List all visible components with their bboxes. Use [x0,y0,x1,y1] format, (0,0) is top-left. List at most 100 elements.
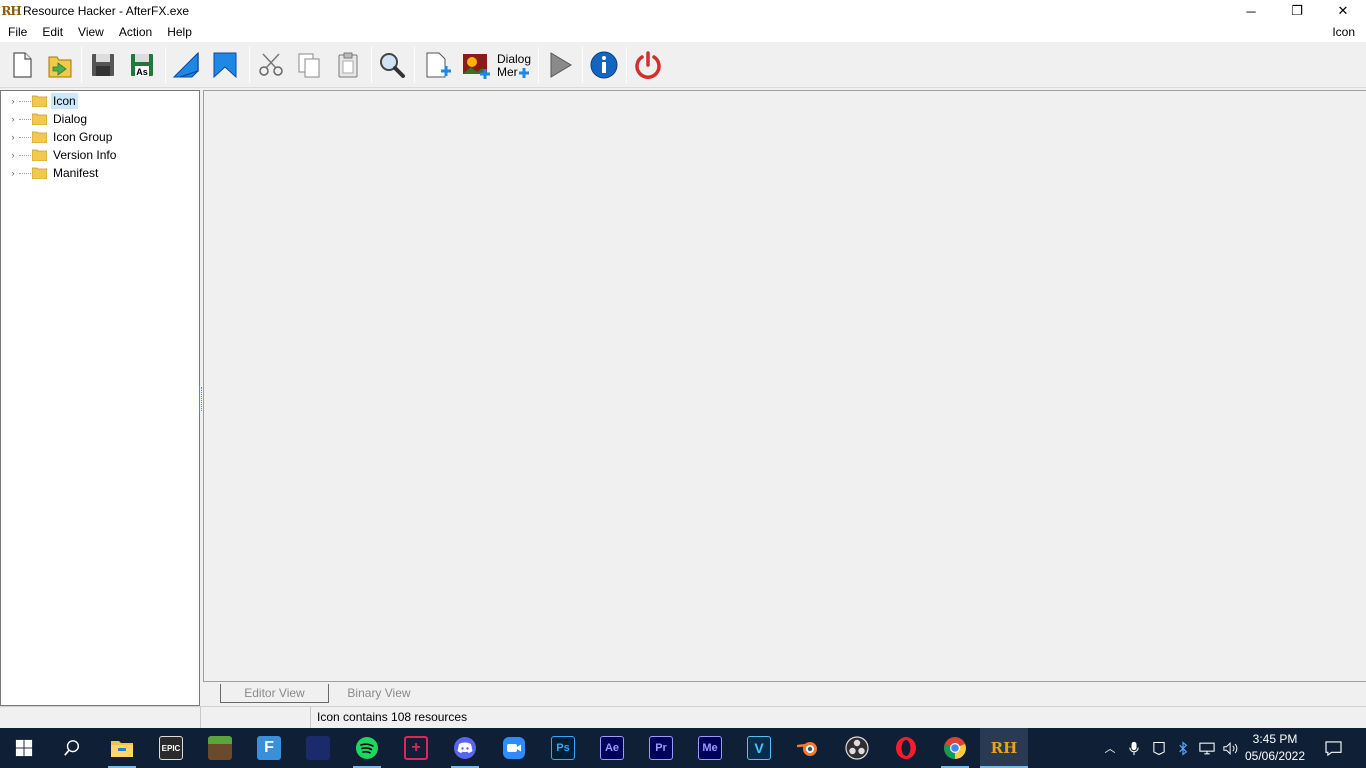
about-button[interactable] [586,46,622,84]
taskbar-file-explorer[interactable] [98,728,146,768]
find-button[interactable] [374,46,410,84]
add-dialog-menu-icon [518,67,529,78]
compile-button[interactable] [168,46,204,84]
tab-binary-view[interactable]: Binary View [334,684,424,703]
add-image-button[interactable] [458,46,494,84]
expand-arrow-icon[interactable]: › [9,92,17,110]
tree-label-manifest[interactable]: Manifest [51,165,100,181]
expand-arrow-icon[interactable]: › [9,110,17,128]
volume-tray[interactable] [1222,728,1240,768]
taskbar-media-encoder[interactable]: Me [686,728,734,768]
tree-node-version-info[interactable]: › Version Info [1,146,199,164]
taskbar-after-effects[interactable]: Ae [588,728,636,768]
bookmark-icon [213,52,237,79]
current-resource-type-label: Icon [1332,25,1355,39]
taskbar-minecraft[interactable] [196,728,244,768]
save-button[interactable] [85,46,121,84]
menu-action[interactable]: Action [111,22,159,42]
save-as-button[interactable]: As [124,46,160,84]
obs-icon [845,736,869,760]
tree-label-version-info[interactable]: Version Info [51,147,118,163]
clock-time: 3:45 PM [1252,732,1298,746]
open-file-button[interactable] [42,46,78,84]
expand-arrow-icon[interactable]: › [9,164,17,182]
menu-view[interactable]: View [70,22,111,42]
menu-bar: File Edit View Action Help Icon [0,22,1366,42]
pane-splitter-handle[interactable] [199,387,202,411]
exit-button[interactable] [630,46,666,84]
taskbar-f-app[interactable]: F [245,728,293,768]
menu-edit[interactable]: Edit [34,22,70,42]
microphone-tray[interactable] [1126,728,1142,768]
action-center-button[interactable] [1320,728,1346,768]
run-script-button[interactable] [542,46,578,84]
taskbar-premiere[interactable]: Pr [637,728,685,768]
new-file-icon [13,52,32,78]
menu-help[interactable]: Help [159,22,199,42]
taskbar-app-plus[interactable]: + [392,728,440,768]
minimize-button[interactable]: ─ [1228,0,1274,22]
editor-pane[interactable] [203,90,1366,681]
epic-tray[interactable] [1150,728,1168,768]
compile-icon [172,51,199,78]
taskbar-blender[interactable] [784,728,832,768]
tree-label-icon[interactable]: Icon [51,93,78,109]
exit-icon [635,51,661,79]
taskbar-vegas[interactable]: V [735,728,783,768]
taskbar-photoshop[interactable]: Ps [539,728,587,768]
folder-icon [32,95,47,107]
paste-button[interactable] [330,46,366,84]
toolbar: As Dialog Mer [0,42,1366,88]
start-button[interactable] [0,728,48,768]
expand-arrow-icon[interactable]: › [9,128,17,146]
add-resource-button[interactable] [419,46,455,84]
game-icon [306,736,330,760]
new-file-button[interactable] [3,46,39,84]
resource-tree[interactable]: › Icon › Dialog › Icon Group › Version I… [0,90,200,706]
notification-icon [1324,740,1342,756]
taskbar-resource-hacker[interactable]: RH [980,728,1028,768]
tree-node-dialog[interactable]: › Dialog [1,110,199,128]
menu-file[interactable]: File [0,22,34,42]
tree-label-dialog[interactable]: Dialog [51,111,89,127]
windows-start-icon [15,739,33,757]
close-button[interactable]: ✕ [1320,0,1366,22]
bookmark-button[interactable] [207,46,243,84]
taskbar-discord[interactable] [441,728,489,768]
bluetooth-icon [1179,740,1188,756]
save-as-icon: As [131,54,153,77]
toolbar-separator [249,47,250,83]
taskbar-game[interactable] [294,728,342,768]
info-icon [590,51,618,79]
window-title: Resource Hacker - AfterFX.exe [23,4,190,18]
tab-editor-view[interactable]: Editor View [220,684,329,703]
chrome-icon [944,737,966,759]
copy-button[interactable] [291,46,327,84]
tree-node-icon[interactable]: › Icon [1,92,199,110]
show-hidden-icons-button[interactable]: ︿ [1100,728,1120,768]
toolbar-separator [81,47,82,83]
cut-icon [259,53,283,76]
taskbar-chrome[interactable] [931,728,979,768]
add-image-icon [463,54,490,79]
f-app-icon: F [257,736,281,760]
toolbar-separator [414,47,415,83]
taskbar-obs[interactable] [833,728,881,768]
taskbar-clock[interactable]: 3:45 PM 05/06/2022 [1240,731,1310,765]
taskbar-epic-games[interactable]: EPIC [147,728,195,768]
restore-button[interactable]: ❐ [1274,0,1320,22]
bluetooth-tray[interactable] [1175,728,1191,768]
tree-node-manifest[interactable]: › Manifest [1,164,199,182]
taskbar: EPIC F + Ps Ae Pr Me V RH ︿ 3:45 PM 05/0… [0,728,1366,768]
tree-label-icon-group[interactable]: Icon Group [51,129,114,145]
taskbar-zoom[interactable] [490,728,538,768]
tree-node-icon-group[interactable]: › Icon Group [1,128,199,146]
cut-button[interactable] [253,46,289,84]
expand-arrow-icon[interactable]: › [9,146,17,164]
network-tray[interactable] [1198,728,1216,768]
taskbar-opera[interactable] [882,728,930,768]
taskbar-spotify[interactable] [343,728,391,768]
taskbar-search-button[interactable] [48,728,96,768]
add-dialog-menu-button[interactable]: Dialog Mer [497,46,535,84]
discord-icon [454,737,476,759]
